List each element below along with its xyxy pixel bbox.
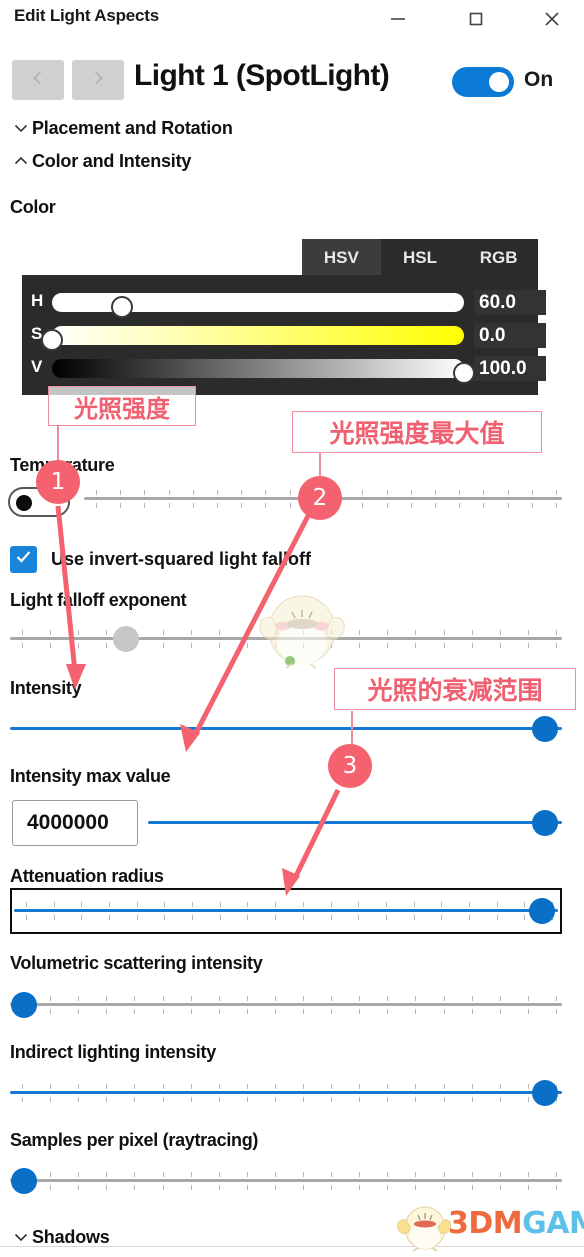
minimize-button[interactable] bbox=[370, 0, 426, 38]
brand-watermark: 3DMGAME bbox=[394, 1198, 584, 1252]
volumetric-scattering-slider[interactable] bbox=[10, 988, 562, 1022]
annotation-box-3: 光照的衰减范围 bbox=[334, 668, 576, 710]
annotation-marker-1: 1 bbox=[36, 460, 80, 504]
slider-track[interactable] bbox=[10, 1003, 562, 1006]
window-title: Edit Light Aspects bbox=[14, 6, 160, 25]
light-enable-state-label: On bbox=[524, 68, 554, 91]
slider-thumb[interactable] bbox=[532, 716, 559, 742]
section-placement-and-rotation[interactable]: Placement and Rotation bbox=[10, 115, 233, 141]
slider-track[interactable] bbox=[14, 909, 558, 912]
slider-track[interactable] bbox=[10, 727, 562, 730]
section-color-and-intensity[interactable]: Color and Intensity bbox=[10, 148, 191, 174]
invert-squared-falloff-row[interactable]: Use invert-squared light falloff bbox=[10, 545, 311, 573]
hue-value[interactable]: 60.0 bbox=[474, 290, 546, 315]
intensity-max-value-slider[interactable] bbox=[148, 806, 562, 840]
saturation-slider-thumb[interactable] bbox=[41, 329, 63, 351]
hsv-channel-row-s: S 0.0 bbox=[22, 321, 546, 351]
toggle-knob bbox=[16, 495, 32, 511]
chevron-right-icon bbox=[88, 68, 108, 93]
attenuation-radius-label: Attenuation radius bbox=[10, 866, 164, 886]
checkmark-icon bbox=[14, 547, 33, 571]
brand-watermark-text: 3DMGAME bbox=[448, 1206, 584, 1241]
invert-squared-falloff-checkbox[interactable] bbox=[10, 545, 37, 573]
close-button[interactable] bbox=[524, 0, 580, 38]
chevron-down-icon bbox=[10, 1228, 32, 1246]
indirect-lighting-slider[interactable] bbox=[10, 1076, 562, 1110]
light-falloff-exponent-label: Light falloff exponent bbox=[10, 590, 187, 610]
channel-letter-v: V bbox=[31, 357, 43, 376]
tab-hsl[interactable]: HSL bbox=[381, 239, 460, 276]
intensity-label: Intensity bbox=[10, 678, 82, 698]
samples-per-pixel-slider[interactable] bbox=[10, 1164, 562, 1198]
saturation-slider-track[interactable] bbox=[41, 326, 464, 351]
samples-per-pixel-label: Samples per pixel (raytracing) bbox=[10, 1130, 259, 1150]
slider-thumb[interactable] bbox=[532, 1080, 559, 1106]
annotation-marker-3: 3 bbox=[328, 744, 372, 788]
chevron-left-icon bbox=[28, 68, 48, 93]
annotation-box-1: 光照强度 bbox=[48, 386, 196, 426]
previous-light-button[interactable] bbox=[12, 60, 64, 100]
section-label: Shadows bbox=[32, 1226, 110, 1247]
hue-slider-thumb[interactable] bbox=[111, 296, 134, 318]
saturation-value[interactable]: 0.0 bbox=[474, 323, 546, 348]
value-slider-thumb[interactable] bbox=[453, 362, 475, 384]
slider-thumb[interactable] bbox=[10, 1168, 37, 1194]
slider-track[interactable] bbox=[10, 1091, 562, 1094]
minimize-icon bbox=[387, 8, 409, 30]
brand-text-part1: 3DM bbox=[448, 1206, 523, 1241]
slider-track[interactable] bbox=[148, 821, 562, 824]
section-label: Color and Intensity bbox=[32, 150, 192, 171]
chevron-up-icon bbox=[10, 152, 32, 170]
intensity-slider[interactable] bbox=[10, 712, 562, 746]
light-enable-toggle[interactable] bbox=[452, 67, 514, 97]
hue-slider-track[interactable] bbox=[52, 293, 464, 318]
close-icon bbox=[541, 8, 563, 30]
hsv-channel-row-v: V 100.0 bbox=[22, 354, 546, 384]
annotation-box-2: 光照强度最大值 bbox=[292, 411, 542, 453]
maximize-button[interactable] bbox=[448, 0, 504, 38]
hsv-color-picker-panel: H 60.0 S 0.0 V 100.0 bbox=[22, 275, 546, 395]
brightness-value[interactable]: 100.0 bbox=[474, 356, 546, 381]
brand-text-part2: GAME bbox=[522, 1206, 584, 1241]
tab-rgb[interactable]: RGB bbox=[459, 239, 538, 276]
chick-mascot-icon bbox=[397, 1206, 452, 1252]
attenuation-radius-slider[interactable] bbox=[14, 894, 558, 928]
slider-track[interactable] bbox=[10, 1179, 562, 1182]
tab-hsv[interactable]: HSV bbox=[302, 239, 381, 276]
channel-letter-h: H bbox=[31, 291, 44, 310]
section-label: Placement and Rotation bbox=[32, 117, 233, 138]
light-name-title: Light 1 (SpotLight) bbox=[134, 59, 390, 92]
volumetric-scattering-label: Volumetric scattering intensity bbox=[10, 953, 263, 973]
toggle-knob bbox=[489, 72, 509, 92]
color-label: Color bbox=[10, 197, 56, 217]
next-light-button[interactable] bbox=[72, 60, 124, 100]
slider-thumb[interactable] bbox=[528, 898, 555, 924]
chevron-down-icon bbox=[10, 119, 32, 137]
title-bar: Edit Light Aspects bbox=[0, 0, 584, 38]
indirect-lighting-label: Indirect lighting intensity bbox=[10, 1042, 216, 1062]
hsv-channel-row-h: H 60.0 bbox=[22, 288, 546, 318]
intensity-max-value-input[interactable]: 4000000 bbox=[12, 800, 138, 846]
invert-squared-falloff-label: Use invert-squared light falloff bbox=[51, 548, 312, 569]
slider-thumb[interactable] bbox=[532, 810, 559, 836]
annotation-marker-2: 2 bbox=[298, 476, 342, 520]
color-model-tabs: HSV HSL RGB bbox=[302, 239, 538, 276]
maximize-icon bbox=[465, 8, 487, 30]
slider-thumb[interactable] bbox=[112, 626, 139, 652]
slider-thumb[interactable] bbox=[10, 992, 37, 1018]
chick-mascot-icon bbox=[252, 588, 352, 670]
value-slider-track[interactable] bbox=[52, 359, 475, 384]
intensity-max-value-label: Intensity max value bbox=[10, 766, 171, 786]
